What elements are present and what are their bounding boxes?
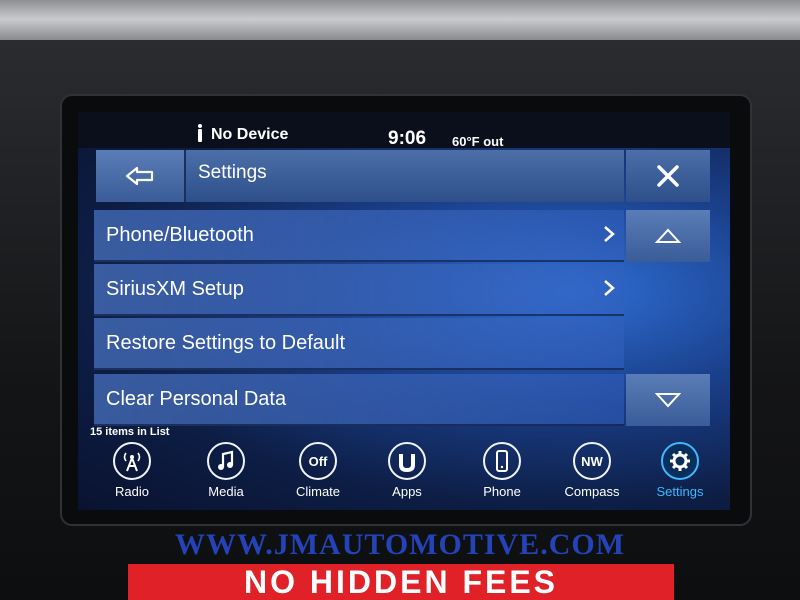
dock-climate[interactable]: Off Climate <box>283 442 353 499</box>
list-item-label: Phone/Bluetooth <box>106 224 254 246</box>
infotainment-screen: No Device 9:06 60°F out Settings Phone/B… <box>78 112 730 510</box>
list-item-label: Clear Personal Data <box>106 388 287 410</box>
status-bar: No Device 9:06 60°F out <box>78 112 730 149</box>
phone-icon <box>483 442 521 480</box>
clock: 9:06 <box>388 128 427 149</box>
triangle-down-icon <box>654 393 682 408</box>
triangle-up-icon <box>654 228 682 243</box>
dock-compass[interactable]: NW Compass <box>557 442 627 499</box>
dock-radio[interactable]: Radio <box>97 442 167 499</box>
list-item-restore-settings[interactable]: Restore Settings to Default <box>94 318 624 370</box>
dock-label: Phone <box>483 484 521 499</box>
dock-label: Media <box>208 484 244 499</box>
radio-tower-icon <box>113 442 151 480</box>
dock-apps[interactable]: Apps <box>372 442 442 499</box>
gear-icon <box>661 442 699 480</box>
close-button[interactable] <box>626 150 710 202</box>
list-item-label: Restore Settings to Default <box>106 332 346 354</box>
dock-settings[interactable]: Settings <box>645 442 715 499</box>
dealer-watermark: WWW.JMAUTOMOTIVE.COM <box>174 528 626 561</box>
back-button[interactable] <box>96 150 186 202</box>
music-note-icon <box>207 442 245 480</box>
scroll-up-button[interactable] <box>626 210 710 262</box>
dock-label: Apps <box>392 484 422 499</box>
device-status: No Device <box>196 124 288 144</box>
dock-label: Compass <box>564 484 620 499</box>
chevron-right-icon <box>604 280 615 296</box>
climate-off-icon: Off <box>299 442 337 480</box>
device-status-text: No Device <box>211 126 289 143</box>
list-item-count: 15 items in List <box>90 426 170 438</box>
promo-banner: NO HIDDEN FEES <box>128 564 674 600</box>
apps-icon <box>388 442 426 480</box>
outside-temperature: 60°F out <box>452 134 504 149</box>
close-icon <box>657 165 679 187</box>
arrow-left-icon <box>125 166 154 186</box>
dock-phone[interactable]: Phone <box>467 442 537 499</box>
phone-device-icon <box>198 124 202 142</box>
dock-label: Climate <box>295 484 341 499</box>
list-item-label: SiriusXM Setup <box>106 278 244 300</box>
list-item-siriusxm-setup[interactable]: SiriusXM Setup <box>94 264 624 316</box>
list-item-phone-bluetooth[interactable]: Phone/Bluetooth <box>94 210 624 262</box>
scroll-down-button[interactable] <box>626 374 710 426</box>
compass-icon: NW <box>573 442 611 480</box>
chevron-right-icon <box>604 226 615 242</box>
page-title: Settings <box>198 162 267 183</box>
dock-media[interactable]: Media <box>191 442 261 499</box>
bottom-dock: Radio Media Off Climate Apps Phone NW Co… <box>78 438 730 510</box>
dock-label: Settings <box>656 484 704 499</box>
list-item-clear-personal-data[interactable]: Clear Personal Data <box>94 374 624 426</box>
dock-label: Radio <box>115 484 149 499</box>
